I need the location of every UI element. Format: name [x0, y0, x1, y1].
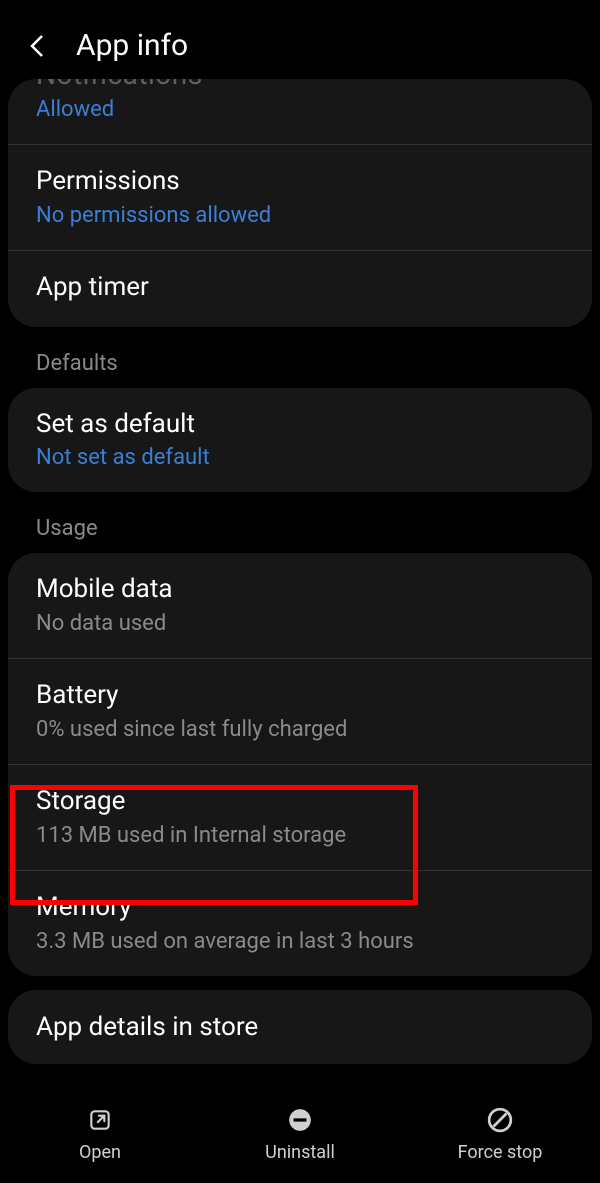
battery-item[interactable]: Battery 0% used since last fully charged [8, 659, 592, 765]
open-label: Open [79, 1142, 121, 1163]
page-title: App info [76, 28, 188, 63]
storage-subtitle: 113 MB used in Internal storage [36, 823, 564, 848]
notifications-item[interactable]: Notifications Allowed [8, 79, 592, 145]
uninstall-icon [286, 1106, 314, 1134]
content: Notifications Allowed Permissions No per… [0, 79, 600, 1064]
storage-title: Storage [36, 785, 564, 819]
battery-title: Battery [36, 679, 564, 713]
app-details-title: App details in store [36, 1012, 564, 1042]
open-icon [86, 1106, 114, 1134]
back-icon[interactable] [24, 32, 52, 60]
force-stop-button[interactable]: Force stop [400, 1106, 600, 1163]
memory-item[interactable]: Memory 3.3 MB used on average in last 3 … [8, 871, 592, 976]
memory-title: Memory [36, 891, 564, 925]
app-details-item[interactable]: App details in store [8, 990, 592, 1064]
set-default-title: Set as default [36, 408, 564, 442]
bottom-nav: Open Uninstall Force stop [0, 1090, 600, 1183]
defaults-card: Set as default Not set as default [8, 388, 592, 493]
permissions-subtitle: No permissions allowed [36, 203, 564, 228]
usage-section-header: Usage [8, 506, 592, 553]
notifications-subtitle: Allowed [36, 97, 564, 122]
memory-subtitle: 3.3 MB used on average in last 3 hours [36, 929, 564, 954]
set-default-subtitle: Not set as default [36, 445, 564, 470]
settings-card-1: Notifications Allowed Permissions No per… [8, 79, 592, 327]
force-stop-label: Force stop [458, 1142, 543, 1163]
set-default-item[interactable]: Set as default Not set as default [8, 388, 592, 493]
defaults-section-header: Defaults [8, 341, 592, 388]
battery-subtitle: 0% used since last fully charged [36, 717, 564, 742]
permissions-item[interactable]: Permissions No permissions allowed [8, 145, 592, 251]
mobile-data-title: Mobile data [36, 573, 564, 607]
notifications-title: Notifications [36, 79, 564, 93]
permissions-title: Permissions [36, 165, 564, 199]
mobile-data-subtitle: No data used [36, 611, 564, 636]
usage-card: Mobile data No data used Battery 0% used… [8, 553, 592, 975]
header: App info [0, 0, 600, 83]
uninstall-button[interactable]: Uninstall [200, 1106, 400, 1163]
app-timer-title: App timer [36, 271, 564, 305]
open-button[interactable]: Open [0, 1106, 200, 1163]
mobile-data-item[interactable]: Mobile data No data used [8, 553, 592, 659]
uninstall-label: Uninstall [265, 1142, 335, 1163]
storage-item[interactable]: Storage 113 MB used in Internal storage [8, 765, 592, 871]
force-stop-icon [486, 1106, 514, 1134]
app-timer-item[interactable]: App timer [8, 251, 592, 327]
